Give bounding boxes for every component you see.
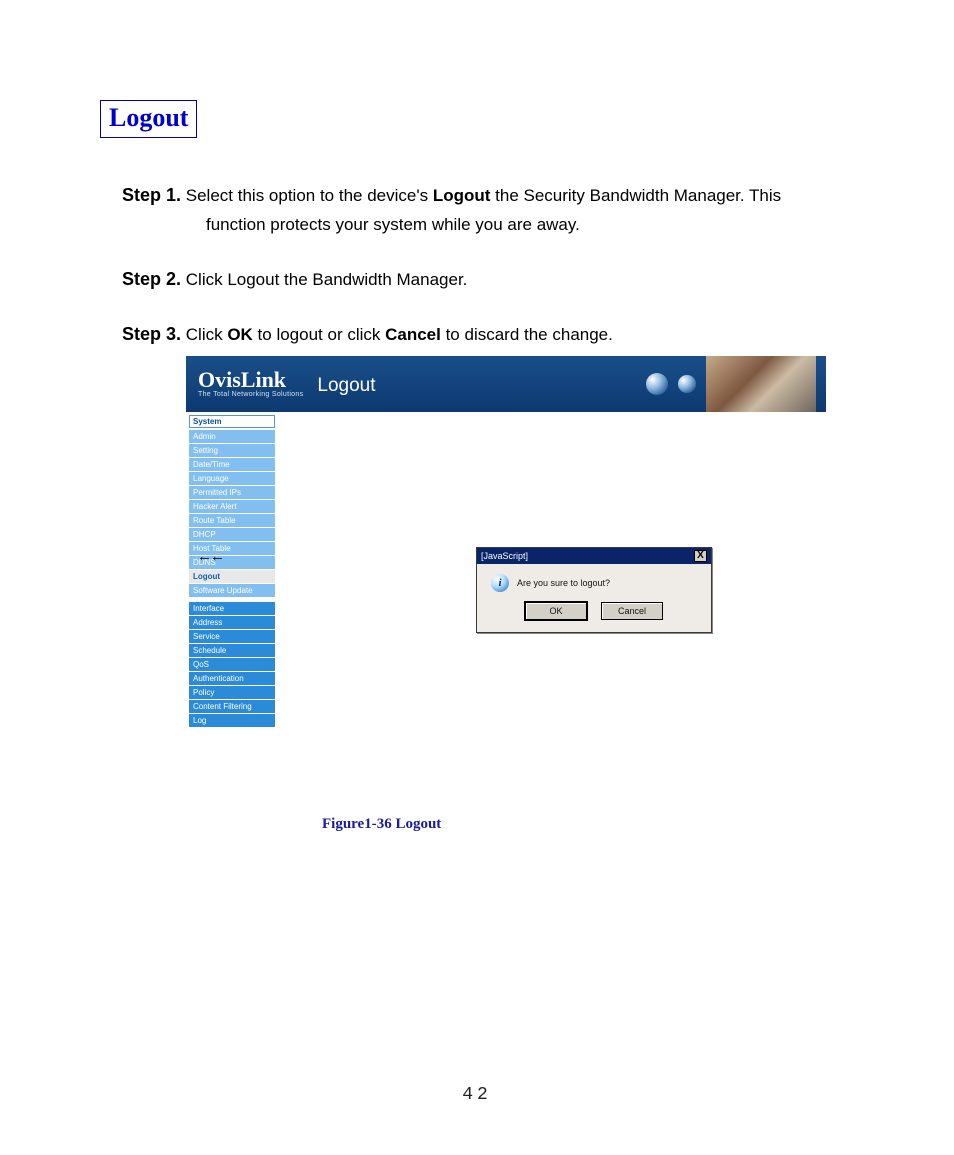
sidebar-item[interactable]: Content Filtering xyxy=(189,700,275,714)
section-title-box: Logout xyxy=(100,100,197,138)
figure-body: System AdminSettingDate/TimeLanguagePerm… xyxy=(186,412,826,802)
dialog-title-text: [JavaScript] xyxy=(481,551,528,561)
figure-page-title: Logout xyxy=(317,375,375,397)
sidebar-item[interactable]: Hacker Alert xyxy=(189,500,275,514)
sidebar-item[interactable]: Setting xyxy=(189,444,275,458)
brand-text: OvisLink xyxy=(198,369,303,391)
sidebar-item[interactable]: Log xyxy=(189,714,275,728)
cancel-button[interactable]: Cancel xyxy=(601,602,663,620)
step-1-label: Step 1. xyxy=(122,185,181,205)
arrow-indicator: ←← xyxy=(197,548,223,565)
header-decoration xyxy=(646,356,826,412)
figure-header: OvisLink The Total Networking Solutions … xyxy=(186,356,826,412)
sidebar-item[interactable]: Policy xyxy=(189,686,275,700)
figure-content-area: [JavaScript] X i Are you sure to logout?… xyxy=(278,412,826,802)
step-1-text-b: the Security Bandwidth Manager. This xyxy=(490,186,781,205)
step-2: Step 2. Click Logout the Bandwidth Manag… xyxy=(122,264,859,295)
sidebar: System AdminSettingDate/TimeLanguagePerm… xyxy=(186,412,278,802)
globe-icon xyxy=(646,373,668,395)
step-1-cont: function protects your system while you … xyxy=(122,211,859,240)
sidebar-item[interactable]: Date/Time xyxy=(189,458,275,472)
dialog-titlebar: [JavaScript] X xyxy=(477,548,711,564)
figure-caption: Figure1-36 Logout xyxy=(322,816,859,833)
info-icon: i xyxy=(491,574,509,592)
step-3-bold-2: Cancel xyxy=(385,325,441,344)
brand-sub-text: The Total Networking Solutions xyxy=(198,391,303,398)
ok-button[interactable]: OK xyxy=(525,602,587,620)
section-title: Logout xyxy=(109,103,188,132)
dialog-button-row: OK Cancel xyxy=(525,602,663,620)
step-3-text-b: to logout or click xyxy=(253,325,385,344)
page-content: Logout Step 1. Select this option to the… xyxy=(0,0,954,833)
dialog-message-row: i Are you sure to logout? xyxy=(485,574,703,592)
figure-wrapper: OvisLink The Total Networking Solutions … xyxy=(100,356,859,802)
step-2-text: Click Logout the Bandwidth Manager. xyxy=(186,270,468,289)
sidebar-item[interactable]: Route Table xyxy=(189,514,275,528)
step-1-text-a: Select this option to the device's xyxy=(186,186,433,205)
sidebar-item[interactable]: Interface xyxy=(189,602,275,616)
sidebar-item[interactable]: DHCP xyxy=(189,528,275,542)
step-3-bold-1: OK xyxy=(227,325,253,344)
sidebar-item-software-update[interactable]: Software Update xyxy=(189,584,275,598)
step-1-bold: Logout xyxy=(433,186,491,205)
step-1: Step 1. Select this option to the device… xyxy=(122,180,859,240)
sidebar-header[interactable]: System xyxy=(189,415,275,428)
step-3-text-a: Click xyxy=(186,325,228,344)
sidebar-item[interactable]: Permitted IPs xyxy=(189,486,275,500)
sidebar-item[interactable]: Admin xyxy=(189,430,275,444)
sidebar-item[interactable]: Language xyxy=(189,472,275,486)
dialog-message: Are you sure to logout? xyxy=(517,578,610,588)
sidebar-item[interactable]: Address xyxy=(189,616,275,630)
globe-icon xyxy=(678,375,696,393)
page-number: 42 xyxy=(0,1085,954,1105)
header-image xyxy=(706,356,816,412)
step-3-text-c: to discard the change. xyxy=(441,325,613,344)
sidebar-item[interactable]: Schedule xyxy=(189,644,275,658)
sidebar-item[interactable]: Service xyxy=(189,630,275,644)
brand-block: OvisLink The Total Networking Solutions xyxy=(198,369,303,398)
sidebar-item[interactable]: Authentication xyxy=(189,672,275,686)
confirm-dialog: [JavaScript] X i Are you sure to logout?… xyxy=(476,547,712,633)
step-2-label: Step 2. xyxy=(122,269,181,289)
dialog-body: i Are you sure to logout? OK Cancel xyxy=(477,564,711,632)
sidebar-item[interactable]: QoS xyxy=(189,658,275,672)
dialog-close-button[interactable]: X xyxy=(694,550,707,562)
sidebar-item-logout[interactable]: Logout xyxy=(189,570,275,584)
step-3: Step 3. Click OK to logout or click Canc… xyxy=(122,319,859,350)
figure-screenshot: OvisLink The Total Networking Solutions … xyxy=(186,356,826,802)
step-3-label: Step 3. xyxy=(122,324,181,344)
